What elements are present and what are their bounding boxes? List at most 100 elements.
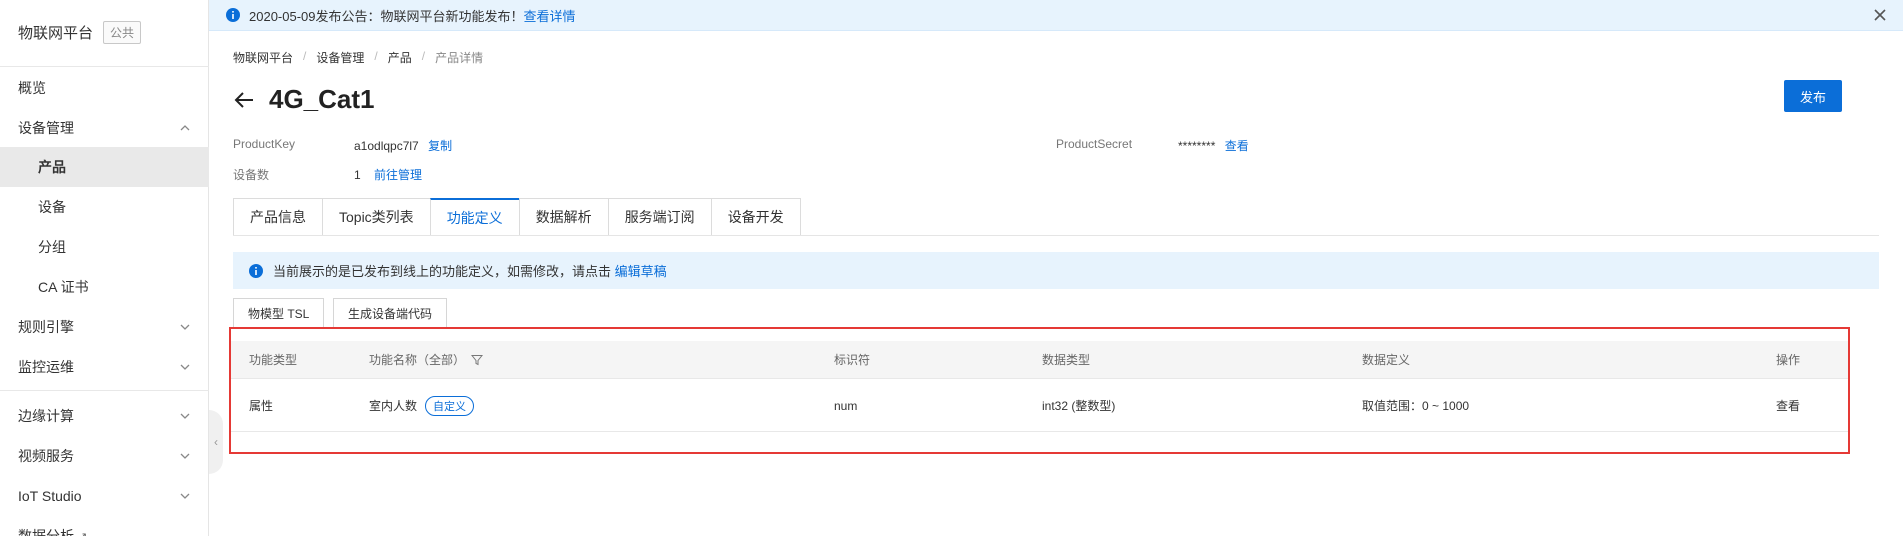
copy-link[interactable]: 复制	[428, 139, 452, 153]
sidebar-item-ca-cert[interactable]: CA 证书	[0, 267, 209, 307]
sidebar-item-video-service[interactable]: 视频服务	[0, 436, 209, 476]
feature-name: 室内人数	[369, 399, 418, 413]
sidebar-item-device-management[interactable]: 设备管理	[0, 108, 209, 148]
view-action-link[interactable]: 查看	[1776, 380, 1800, 431]
sidebar: 物联网平台 公共 概览 设备管理 产品 设备 分组 CA 证书 规则引擎 监控运…	[0, 0, 209, 536]
sidebar-item-product[interactable]: 产品	[0, 147, 209, 187]
column-header-data-definition: 数据定义	[1362, 353, 1411, 367]
column-header-name[interactable]: 功能名称（全部）	[369, 341, 484, 378]
view-secret-link[interactable]: 查看	[1225, 139, 1249, 153]
sidebar-item-data-analysis[interactable]: 数据分析 ↗	[0, 516, 209, 536]
product-key-value: a1odlqpc7l7 复制	[354, 137, 452, 154]
publish-button[interactable]: 发布	[1784, 80, 1842, 112]
sidebar-item-label: 规则引擎	[18, 319, 74, 335]
tab-feature-definition[interactable]: 功能定义	[429, 198, 519, 236]
table-header: 功能类型 功能名称（全部） 标识符 数据类型 数据定义 操作	[231, 341, 1848, 379]
chevron-down-icon	[180, 453, 190, 459]
sidebar-item-label: 监控运维	[18, 359, 74, 375]
sidebar-collapse-handle[interactable]: ‹	[209, 410, 223, 474]
sidebar-item-label: CA 证书	[38, 279, 89, 295]
sidebar-divider	[0, 66, 209, 67]
custom-tag: 自定义	[425, 395, 475, 416]
chevron-up-icon	[180, 125, 190, 131]
tab-bar: 产品信息 Topic类列表 功能定义 数据解析 服务端订阅 设备开发	[233, 198, 801, 236]
sidebar-item-device[interactable]: 设备	[0, 187, 209, 227]
sidebar-item-label: 设备	[38, 199, 66, 215]
breadcrumb-item[interactable]: 产品	[388, 49, 412, 66]
app-root: 物联网平台 公共 概览 设备管理 产品 设备 分组 CA 证书 规则引擎 监控运…	[0, 0, 1903, 536]
brand: 物联网平台 公共	[18, 20, 142, 44]
brand-title: 物联网平台	[18, 24, 94, 42]
cell-data-type: int32 (整数型)	[1042, 399, 1116, 413]
announcement-bar: 2020-05-09发布公告：物联网平台新功能发布！查看详情	[209, 0, 1903, 31]
breadcrumb-separator: /	[421, 49, 426, 63]
device-count-label-text: 设备数	[233, 168, 270, 182]
sidebar-item-label: 边缘计算	[18, 408, 74, 424]
title-row: 4G_Cat1	[233, 84, 375, 115]
cell-identifier: num	[834, 398, 858, 413]
chevron-down-icon	[180, 324, 190, 330]
sidebar-item-iot-studio[interactable]: IoT Studio	[0, 476, 209, 516]
device-count-text: 1	[354, 168, 361, 182]
tab-server-subscription[interactable]: 服务端订阅	[607, 198, 711, 236]
sidebar-item-label: IoT Studio	[18, 488, 82, 504]
brand-badge: 公共	[103, 20, 142, 44]
device-count-label: 设备数	[233, 166, 269, 183]
table-row: 属性 室内人数 自定义 num int32 (整数型) 取值范围：0 ~ 100…	[231, 380, 1848, 432]
info-icon	[226, 8, 240, 22]
device-count-value: 1 前往管理	[354, 166, 422, 183]
sidebar-item-group[interactable]: 分组	[0, 227, 209, 267]
breadcrumb-item-current: 产品详情	[435, 51, 484, 65]
tab-data-parsing[interactable]: 数据解析	[518, 198, 608, 236]
info-banner: 当前展示的是已发布到线上的功能定义，如需修改，请点击 编辑草稿	[233, 252, 1879, 289]
column-header-name-text: 功能名称（全部）	[369, 353, 466, 367]
sidebar-item-label: 分组	[38, 239, 66, 255]
cell-name: 室内人数 自定义	[369, 380, 475, 431]
sidebar-item-edge-computing[interactable]: 边缘计算	[0, 396, 209, 436]
tab-topic-list[interactable]: Topic类列表	[322, 198, 430, 236]
announcement-text: 2020-05-09发布公告：物联网平台新功能发布！查看详情	[249, 6, 576, 25]
breadcrumb-separator: /	[303, 49, 307, 63]
sidebar-item-rules-engine[interactable]: 规则引擎	[0, 307, 209, 347]
column-header-identifier: 标识符	[834, 353, 871, 367]
sidebar-item-overview[interactable]: 概览	[0, 68, 209, 108]
close-icon[interactable]	[1871, 6, 1889, 24]
breadcrumb: 物联网平台 / 设备管理 / 产品 / 产品详情	[233, 49, 483, 66]
product-key-text: a1odlqpc7l7	[354, 139, 419, 153]
sidebar-item-monitoring[interactable]: 监控运维	[0, 347, 209, 387]
generate-device-code-button[interactable]: 生成设备端代码	[333, 298, 448, 328]
goto-manage-link[interactable]: 前往管理	[374, 168, 422, 182]
cell-data-definition: 取值范围：0 ~ 1000	[1362, 399, 1470, 413]
column-header-type: 功能类型	[249, 353, 298, 367]
tab-product-info[interactable]: 产品信息	[233, 198, 322, 236]
info-icon	[249, 263, 263, 278]
column-header-action: 操作	[1776, 353, 1801, 367]
breadcrumb-separator: /	[374, 49, 378, 63]
back-arrow-icon[interactable]	[233, 89, 255, 111]
edit-draft-link[interactable]: 编辑草稿	[615, 264, 667, 279]
tab-divider	[233, 235, 1879, 236]
tab-device-development[interactable]: 设备开发	[710, 198, 801, 236]
product-secret-label: ProductSecret	[1056, 137, 1132, 151]
tsl-button[interactable]: 物模型 TSL	[233, 298, 325, 328]
info-banner-text: 当前展示的是已发布到线上的功能定义，如需修改，请点击 编辑草稿	[273, 261, 667, 280]
announcement-details-link[interactable]: 查看详情	[524, 9, 576, 24]
breadcrumb-item[interactable]: 设备管理	[316, 49, 364, 66]
product-key-label: ProductKey	[233, 137, 295, 151]
product-secret-value: ******** 查看	[1178, 137, 1249, 154]
sidebar-item-label: 概览	[18, 80, 46, 96]
chevron-left-icon: ‹	[214, 435, 218, 449]
chevron-down-icon	[180, 493, 190, 499]
product-key-label-text: ProductKey	[233, 137, 296, 151]
external-link-icon: ↗	[78, 530, 87, 536]
filter-icon[interactable]	[471, 354, 484, 366]
page-title: 4G_Cat1	[269, 84, 375, 114]
product-secret-label-text: ProductSecret	[1056, 137, 1133, 151]
chevron-down-icon	[180, 364, 190, 370]
announcement-message: 2020-05-09发布公告：物联网平台新功能发布！	[249, 8, 524, 24]
sidebar-item-label: 设备管理	[18, 120, 74, 136]
breadcrumb-item[interactable]: 物联网平台	[233, 49, 293, 66]
column-header-data-type: 数据类型	[1042, 353, 1091, 367]
sidebar-item-label: 产品	[38, 159, 66, 175]
info-banner-message: 当前展示的是已发布到线上的功能定义，如需修改，请点击	[273, 264, 612, 279]
